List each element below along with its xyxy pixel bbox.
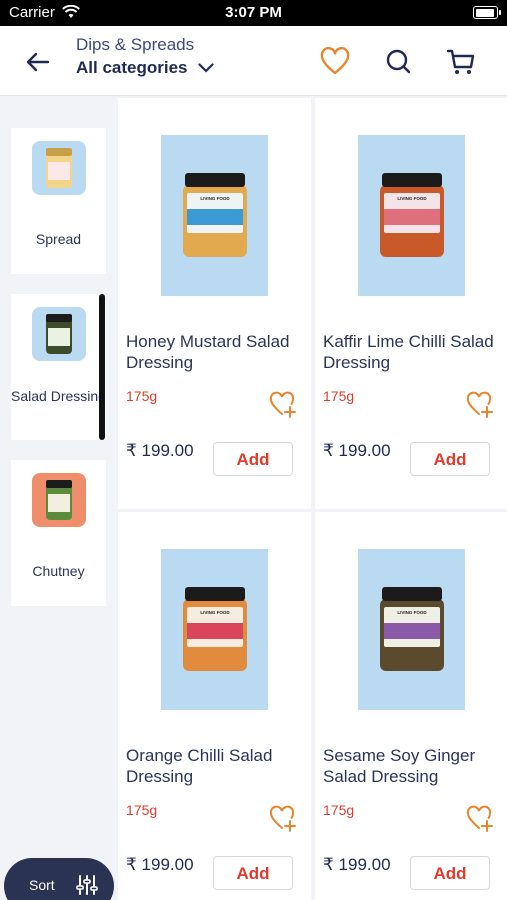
product-weight: 175g (126, 802, 158, 818)
product-jar: LIVING FOOD (380, 173, 444, 257)
product-jar: LIVING FOOD (183, 587, 247, 671)
product-price: ₹ 199.00 (126, 855, 194, 874)
add-to-wishlist-icon[interactable] (466, 391, 494, 419)
sidebar-item-label: Chutney (32, 563, 85, 579)
chevron-down-icon (197, 63, 214, 73)
add-to-wishlist-icon[interactable] (466, 805, 494, 833)
product-weight: 175g (126, 388, 158, 404)
title-block: Dips & Spreads All categories (76, 35, 214, 78)
add-to-cart-button[interactable]: Add (213, 856, 293, 890)
product-weight: 175g (323, 802, 355, 818)
salad-dressing-thumbnail (32, 307, 86, 361)
product-name: Kaffir Lime Chilli Salad Dressing (323, 332, 494, 372)
category-dropdown[interactable]: All categories (76, 58, 214, 78)
chutney-thumbnail (32, 473, 86, 527)
product-card[interactable]: LIVING FOOD Kaffir Lime Chilli Salad Dre… (315, 98, 507, 509)
category-sidebar: Spread Salad Dressing Chutney (0, 96, 116, 900)
product-image: LIVING FOOD (358, 135, 465, 296)
sort-label: Sort (29, 877, 55, 893)
product-price: ₹ 199.00 (126, 441, 194, 460)
product-card[interactable]: LIVING FOOD Orange Chilli Salad Dressing… (118, 512, 311, 900)
sidebar-item-label: Salad Dressing (11, 388, 106, 404)
sidebar-item-chutney[interactable]: Chutney (11, 460, 106, 606)
heart-icon[interactable] (320, 47, 350, 77)
product-name: Orange Chilli Salad Dressing (126, 746, 273, 786)
product-image: LIVING FOOD (161, 135, 268, 296)
sidebar-item-salad-dressing[interactable]: Salad Dressing (11, 294, 106, 440)
battery-icon (473, 6, 501, 19)
add-to-wishlist-icon[interactable] (269, 391, 297, 419)
spread-thumbnail (32, 141, 86, 195)
active-category-indicator (99, 294, 105, 440)
product-jar: LIVING FOOD (183, 173, 247, 257)
sidebar-item-spread[interactable]: Spread (11, 128, 106, 274)
clock: 3:07 PM (225, 4, 282, 21)
product-jar: LIVING FOOD (380, 587, 444, 671)
add-to-cart-button[interactable]: Add (410, 856, 490, 890)
product-price: ₹ 199.00 (323, 441, 391, 460)
app-header: Dips & Spreads All categories (0, 26, 507, 96)
product-name: Honey Mustard Salad Dressing (126, 332, 290, 372)
search-icon[interactable] (384, 47, 414, 77)
product-image: LIVING FOOD (161, 549, 268, 710)
back-arrow-icon[interactable] (24, 48, 52, 76)
status-bar: Carrier 3:07 PM (0, 0, 507, 26)
add-to-cart-button[interactable]: Add (213, 442, 293, 476)
product-card[interactable]: LIVING FOOD Sesame Soy Ginger Salad Dres… (315, 512, 507, 900)
sidebar-item-label: Spread (35, 231, 82, 247)
product-name: Sesame Soy Ginger Salad Dressing (323, 746, 476, 786)
cart-icon[interactable] (446, 47, 476, 77)
product-price: ₹ 199.00 (323, 855, 391, 874)
add-to-wishlist-icon[interactable] (269, 805, 297, 833)
product-image: LIVING FOOD (358, 549, 465, 710)
category-selector-label: All categories (76, 58, 188, 77)
filter-sliders-icon (76, 875, 98, 895)
page-section-title: Dips & Spreads (76, 35, 195, 54)
product-weight: 175g (323, 388, 355, 404)
product-card[interactable]: LIVING FOOD Honey Mustard Salad Dressing… (118, 98, 311, 509)
sort-button[interactable]: Sort (4, 858, 114, 900)
product-grid: LIVING FOOD Honey Mustard Salad Dressing… (116, 96, 507, 900)
add-to-cart-button[interactable]: Add (410, 442, 490, 476)
